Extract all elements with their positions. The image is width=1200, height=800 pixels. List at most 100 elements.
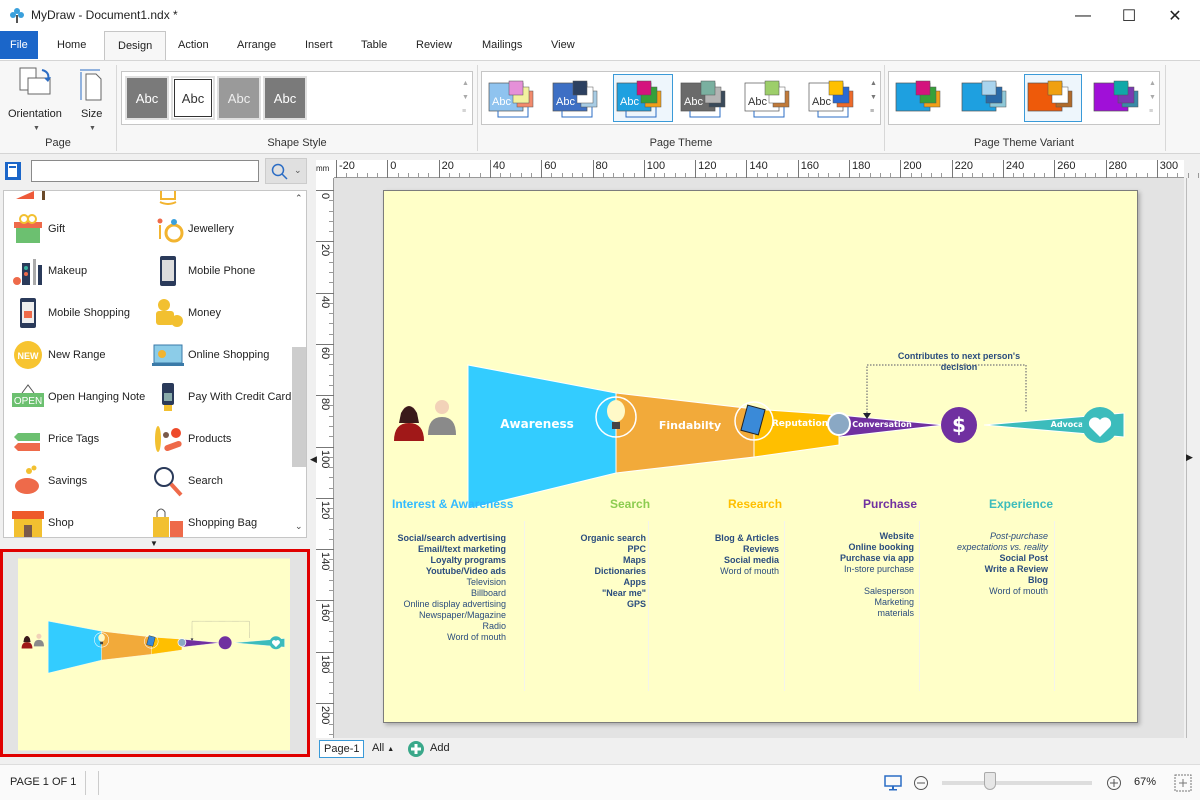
shape-item[interactable]: Shop <box>12 502 152 537</box>
tab-review[interactable]: Review <box>403 31 465 60</box>
zoom-out-icon[interactable] <box>913 775 929 791</box>
mobile-shopping-icon <box>20 298 36 328</box>
page-theme-3[interactable]: Abc <box>613 74 673 122</box>
shape-style-3[interactable]: Abc <box>217 76 261 120</box>
page-theme-variant-1[interactable] <box>892 74 950 122</box>
shape-style-2[interactable]: Abc <box>171 76 215 120</box>
svg-text:Abc: Abc <box>748 96 767 108</box>
shape-style-4[interactable]: Abc <box>263 76 307 120</box>
stage-touchpoints: Organic search PPC Maps Dictionaries Apps "Ne… <box>580 533 646 610</box>
ruler-tick-label: 0 <box>387 160 396 178</box>
size-dropdown-icon[interactable]: ▼ <box>89 125 96 132</box>
page-theme-variant-4[interactable] <box>1090 74 1148 122</box>
tab-table[interactable]: Table <box>348 31 400 60</box>
shape-item[interactable]: NEW New Range <box>12 334 152 376</box>
page-theme-1[interactable]: Abc <box>485 74 545 122</box>
card-terminal-icon <box>162 383 174 411</box>
shape-item[interactable]: Search <box>152 460 292 502</box>
orientation-button[interactable]: Orientation <box>8 108 62 120</box>
tab-view[interactable]: View <box>538 31 588 60</box>
customer-journey-diagram: Awareness Findabilty Reputation Conversatio… <box>394 364 1125 510</box>
funnel-segment-findabilty[interactable] <box>615 392 755 474</box>
shape-item[interactable]: Products <box>152 418 292 460</box>
tab-home[interactable]: Home <box>44 31 99 60</box>
zoom-slider-thumb[interactable] <box>983 772 996 790</box>
gallery-scroll[interactable]: ▲ ▼ ≡ <box>870 77 877 119</box>
shape-item[interactable]: Jewellery <box>152 208 292 250</box>
funnel-segment-reputation[interactable] <box>753 408 840 458</box>
touchpoint-item: Blog <box>1028 575 1048 585</box>
tab-insert[interactable]: Insert <box>292 31 346 60</box>
ruler-tick-label: 0 <box>316 190 334 199</box>
shape-item[interactable]: Gift <box>12 208 152 250</box>
touchpoint-item: expectations vs. reality <box>956 542 1048 552</box>
touchpoint-item: Social media <box>723 555 779 565</box>
presentation-mode-icon[interactable] <box>884 775 902 791</box>
tab-mailings[interactable]: Mailings <box>469 31 535 60</box>
tab-arrange[interactable]: Arrange <box>224 31 289 60</box>
page-theme-variant-2[interactable] <box>958 74 1016 122</box>
scroll-up-icon[interactable]: ⌃ <box>295 193 303 204</box>
shape-item[interactable]: Price Tags <box>12 418 152 460</box>
page-thumbnail[interactable] <box>0 549 310 757</box>
minimize-button[interactable]: — <box>1060 0 1106 31</box>
shape-item[interactable]: Pay With Credit Card <box>152 376 292 418</box>
ruler-tick-text: 40 <box>319 295 331 308</box>
orientation-dropdown-icon[interactable]: ▼ <box>33 125 40 132</box>
shape-item[interactable]: Mobile Shopping <box>12 292 152 334</box>
page-theme-2[interactable]: Abc <box>549 74 609 122</box>
shape-list-scrollbar[interactable]: ⌃ ⌄ <box>292 191 306 537</box>
shape-item[interactable]: Online Shopping <box>152 334 292 376</box>
shape-item[interactable]: OPEN Open Hanging Note <box>12 376 152 418</box>
tab-design[interactable]: Design <box>104 31 167 61</box>
stage-touchpoints: Blog & Articles Reviews Social media Word o… <box>715 533 779 577</box>
page-theme-4[interactable]: Abc <box>677 74 737 122</box>
shape-search-button[interactable]: ⌄ <box>265 158 307 184</box>
shape-item-label: Open Hanging Note <box>48 391 146 403</box>
shape-item[interactable]: Makeup <box>12 250 152 292</box>
expand-right-panel-icon[interactable]: ▶ <box>1186 452 1193 463</box>
ruler-tick-label: 40 <box>489 160 505 178</box>
shape-library-icon[interactable] <box>4 161 22 181</box>
page-tab-page-1[interactable]: Page-1 <box>319 740 365 758</box>
shape-item[interactable]: Mobile Phone <box>152 250 292 292</box>
stage-heading: Research <box>728 497 783 511</box>
panel-splitter-arrow[interactable]: ▼ <box>150 539 158 548</box>
fit-to-window-icon[interactable] <box>1174 774 1192 792</box>
tab-action[interactable]: Action <box>165 31 222 60</box>
shape-item[interactable]: Savings <box>12 460 152 502</box>
ruler-tick-label: 60 <box>541 160 556 178</box>
ruler-tick-label: 80 <box>316 395 334 410</box>
shape-search-input[interactable] <box>31 160 259 182</box>
shape-style-1[interactable]: Abc <box>125 76 169 120</box>
add-page-icon[interactable] <box>407 740 425 758</box>
scroll-down-icon[interactable]: ⌄ <box>295 521 303 532</box>
maximize-button[interactable]: ☐ <box>1106 0 1152 31</box>
gallery-scroll[interactable]: ▲ ▼ ≡ <box>462 77 469 119</box>
page-theme-6[interactable]: Abc <box>805 74 865 122</box>
gift-icon <box>14 214 42 243</box>
shape-item-label: New Range <box>48 349 106 361</box>
size-button[interactable]: Size <box>81 108 102 120</box>
page-theme-variant-3[interactable] <box>1024 74 1082 122</box>
close-button[interactable]: ✕ <box>1152 0 1198 31</box>
funnel-segment-awareness[interactable] <box>467 364 617 510</box>
collapse-left-panel-icon[interactable]: ◀ <box>310 454 317 465</box>
shape-item-label: Gift <box>48 223 66 235</box>
shape-item[interactable]: Money <box>152 292 292 334</box>
zoom-in-icon[interactable] <box>1106 775 1122 791</box>
column-divider <box>524 521 525 691</box>
ruler-tick-label: 140 <box>316 549 334 570</box>
shape-item[interactable]: Shopping Bag <box>152 502 292 537</box>
page-theme-5[interactable]: Abc <box>741 74 801 122</box>
gallery-scroll[interactable]: ▲ ▼ ≡ <box>1149 77 1156 119</box>
all-pages-button[interactable]: All ▲ <box>372 742 394 754</box>
tab-file[interactable]: File <box>0 31 38 59</box>
touchpoint-item: Word of mouth <box>447 632 506 642</box>
size-icon <box>80 69 102 101</box>
zoom-slider[interactable] <box>942 772 1092 790</box>
shape-item-label: Money <box>188 307 222 319</box>
scrollbar-thumb[interactable] <box>292 347 306 467</box>
diagram-page[interactable]: Awareness Findabilty Reputation Conversatio… <box>383 190 1138 723</box>
add-page-button[interactable]: Add <box>430 742 450 754</box>
